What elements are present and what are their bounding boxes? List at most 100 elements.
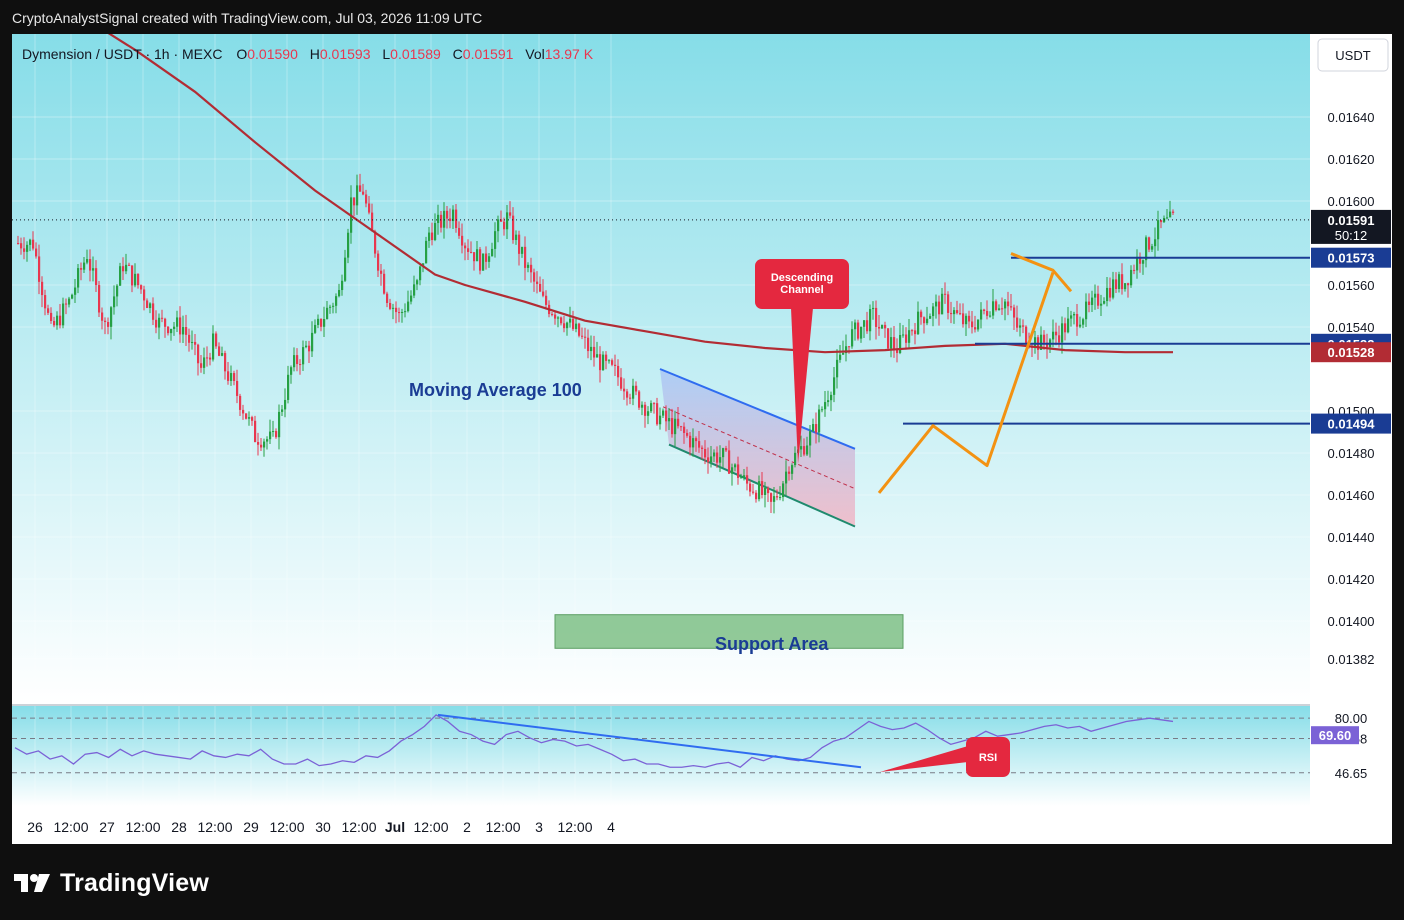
candle-body [392,307,395,309]
candle-body [431,232,434,241]
candle-body [53,321,56,326]
candle-body [152,303,155,320]
candle-body [134,273,137,286]
candle-body [140,285,143,290]
candle-body [932,306,935,317]
countdown-text: 50:12 [1335,228,1368,243]
candle-body [716,452,719,463]
price-label-text: 0.01494 [1328,417,1376,432]
candle-body [917,311,920,335]
candle-body [791,465,794,474]
candle-body [383,273,386,294]
candle-body [920,311,923,318]
candle-body [1136,256,1139,271]
tradingview-logo[interactable]: TradingView [14,866,209,900]
candle-body [632,385,635,399]
candle-body [998,308,1001,311]
candle-body [65,303,68,305]
candle-body [770,493,773,502]
candle-body [131,265,134,286]
candle-body [179,317,182,335]
candle-body [320,318,323,327]
candle-body [689,435,692,448]
price-tick-label: 0.01440 [1328,530,1375,545]
candle-body [170,329,173,334]
candle-body [590,346,593,352]
currency-button[interactable]: USDT [1317,38,1389,72]
candle-body [104,320,107,323]
candle-body [353,197,356,206]
candle-body [806,445,809,455]
candle-body [389,302,392,309]
candle-body [1085,301,1088,320]
candle-body [872,307,875,310]
candle-body [569,318,572,323]
time-tick-label: 3 [535,819,543,835]
candle-body [572,318,575,330]
candle-body [692,438,695,448]
candle-body [659,415,662,425]
candle-body [41,281,44,296]
candle-body [23,248,26,252]
candle-body [110,307,113,327]
candle-body [1130,269,1133,286]
currency-button-label: USDT [1335,48,1370,63]
candle-body [869,309,872,332]
candle-body [605,354,608,361]
candle-body [1076,313,1079,327]
candle-body [254,420,257,443]
candle-body [407,301,410,312]
candle-body [80,268,83,270]
candle-body [1022,325,1025,327]
candle-body [602,354,605,371]
candle-body [746,475,749,484]
candle-body [497,219,500,232]
candle-body [455,209,458,228]
candle-body [584,336,587,338]
candle-body [863,320,866,327]
candle-body [437,214,440,224]
candle-body [98,285,101,313]
candle-body [749,483,752,492]
candle-body [119,266,122,286]
candle-body [1151,246,1154,250]
price-tick-label: 0.01400 [1328,614,1375,629]
candle-body [269,431,272,440]
candle-body [473,252,476,262]
candle-body [536,281,539,284]
candle-body [1061,323,1064,343]
candle-body [818,409,821,433]
candle-body [365,194,368,204]
candle-body [1127,283,1130,286]
candle-body [1001,308,1004,310]
candle-body [1109,287,1112,298]
candle-body [914,330,917,335]
candle-body [650,403,653,412]
candle-body [788,471,791,474]
candle-body [644,404,647,416]
candle-body [524,246,527,268]
time-tick-label: 12:00 [269,819,304,835]
candle-body [263,441,266,448]
candle-body [668,418,671,422]
candle-body [1073,313,1076,316]
candle-body [1142,260,1145,264]
candle-body [713,452,716,457]
price-tick-label: 0.01480 [1328,446,1375,461]
candle-body [1112,279,1115,298]
rsi-callout-label: RSI [979,752,997,764]
candle-body [464,245,467,249]
candle-body [1091,297,1094,305]
candle-body [59,315,62,326]
candle-body [1169,211,1172,218]
candle-body [419,266,422,281]
candle-body [935,301,938,307]
tradingview-wordmark: TradingView [60,868,210,897]
candle-body [803,446,806,455]
candle-body [236,380,239,396]
candle-body [440,214,443,228]
candle-body [329,306,332,308]
candle-body [938,301,941,315]
chart-frame: 0.01640 0.01620 0.01600 0.01560 0.01540 0.015… [12,34,1392,844]
tradingview-chart[interactable]: 0.01640 0.01620 0.01600 0.01560 0.01540 0.015… [12,34,1392,844]
